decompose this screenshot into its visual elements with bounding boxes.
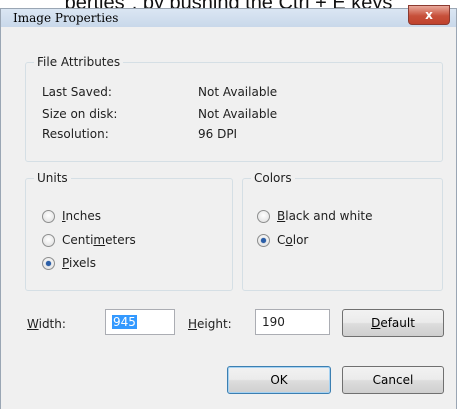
width-label: Width: xyxy=(27,317,66,331)
image-properties-dialog: Image Properties x File Attributes Last … xyxy=(0,5,457,409)
radio-color-label: Color xyxy=(277,233,309,247)
height-value: 190 xyxy=(262,315,285,329)
cancel-button[interactable]: Cancel xyxy=(342,366,444,394)
file-attributes-group: File Attributes Last Saved: Not Availabl… xyxy=(25,55,443,162)
title-bar[interactable]: Image Properties x xyxy=(1,5,456,27)
resolution-value: 96 DPI xyxy=(198,127,238,141)
radio-pixels-button[interactable] xyxy=(42,257,55,270)
colors-legend: Colors xyxy=(251,171,295,185)
radio-centimeters-label: Centimeters xyxy=(62,233,136,247)
radio-black-and-white-label: Black and white xyxy=(277,209,373,223)
height-input[interactable]: 190 xyxy=(255,309,330,335)
close-icon: x xyxy=(425,8,433,22)
units-legend: Units xyxy=(34,171,71,185)
radio-centimeters-button[interactable] xyxy=(42,234,55,247)
units-group: Units Inches Centimeters Pixels xyxy=(25,171,233,291)
default-button[interactable]: Default xyxy=(342,309,444,337)
last-saved-label: Last Saved: xyxy=(42,85,112,99)
radio-selected-dot xyxy=(46,261,51,266)
height-label: Height: xyxy=(188,317,232,331)
last-saved-value: Not Available xyxy=(198,85,278,99)
width-input[interactable]: 945 xyxy=(105,309,175,335)
size-on-disk-value: Not Available xyxy=(198,107,278,121)
resolution-label: Resolution: xyxy=(42,127,109,141)
size-on-disk-label: Size on disk: xyxy=(42,107,118,121)
file-attributes-legend: File Attributes xyxy=(34,55,124,69)
radio-pixels-label: Pixels xyxy=(62,256,97,270)
width-value: 945 xyxy=(112,315,137,329)
radio-black-and-white-button[interactable] xyxy=(257,210,270,223)
window-title: Image Properties xyxy=(13,11,119,25)
default-button-label: Default xyxy=(371,316,415,330)
colors-group: Colors Black and white Color xyxy=(242,171,443,291)
radio-inches-label: Inches xyxy=(62,209,101,223)
radio-inches-button[interactable] xyxy=(42,210,55,223)
close-button[interactable]: x xyxy=(408,5,450,25)
radio-color-button[interactable] xyxy=(257,234,270,247)
radio-selected-dot xyxy=(261,238,266,243)
ok-button[interactable]: OK xyxy=(227,366,331,394)
